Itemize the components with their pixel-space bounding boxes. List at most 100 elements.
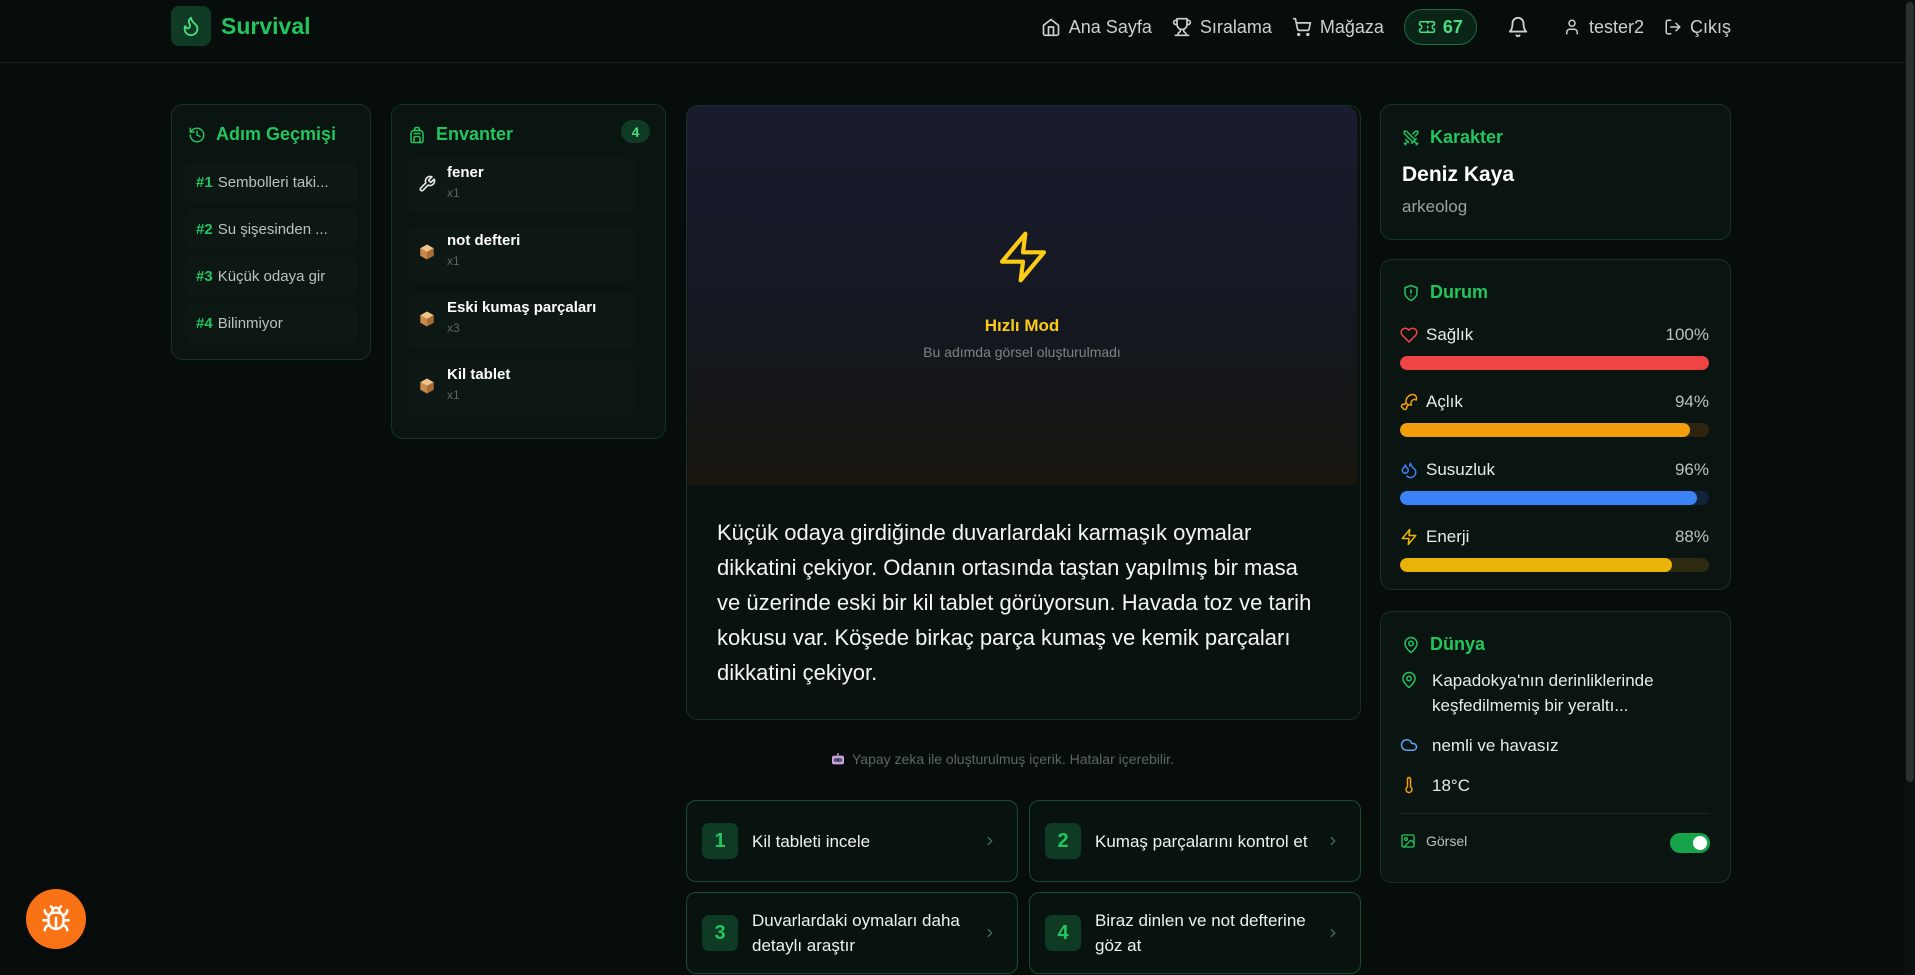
choice-label: Duvarlardaki oymaları daha detaylı araşt… <box>752 911 960 955</box>
stat-bar-fill <box>1400 491 1697 505</box>
fast-mode-label: Hızlı Mod <box>984 316 1060 335</box>
history-item[interactable]: #3 Küçük odaya gir <box>185 256 357 296</box>
visual-toggle-row: Görsel <box>1400 833 1467 849</box>
stat-energy: Enerji 88% <box>1400 526 1709 572</box>
wrench-icon <box>418 175 436 193</box>
main-nav: Ana Sayfa Sıralama Mağaza 67 tester2 Çık… <box>1021 9 1731 45</box>
choice-number: 4 <box>1045 915 1081 951</box>
inventory-item-qty: x1 <box>447 254 460 268</box>
zap-icon <box>1400 528 1418 546</box>
notifications-button[interactable] <box>1507 16 1529 38</box>
stat-label: Sağlık <box>1426 325 1474 344</box>
world-temperature: 18°C <box>1400 773 1710 798</box>
scene-panel: Hızlı Mod Bu adımda görsel oluşturulmadı… <box>686 105 1361 720</box>
flame-icon <box>171 6 211 46</box>
choice-label: Kil tableti incele <box>752 831 871 851</box>
history-icon <box>188 126 206 144</box>
stat-percent: 100% <box>1665 325 1709 344</box>
choice-label: Kumaş parçalarını kontrol et <box>1095 831 1308 851</box>
chevron-right-icon <box>983 834 997 848</box>
inventory-item[interactable]: Kil tablet x1 <box>408 360 634 416</box>
visual-toggle-switch[interactable] <box>1670 833 1710 853</box>
choice-button[interactable]: 1 Kil tableti incele <box>686 800 1018 882</box>
stat-bar <box>1400 558 1709 572</box>
inventory-item-name: not defteri <box>447 232 521 249</box>
stat-bar-fill <box>1400 356 1709 370</box>
inventory-panel: Envanter 4 fener x1 not defteri x1 Eski … <box>391 104 666 439</box>
chevron-right-icon <box>1326 834 1340 848</box>
choice-number: 2 <box>1045 823 1081 859</box>
brand-name: Survival <box>221 12 311 39</box>
drumstick-icon <box>1400 393 1418 411</box>
heart-icon <box>1400 326 1418 344</box>
world-location: Kapadokya'nın derinliklerinde keşfedilme… <box>1400 668 1710 718</box>
stat-percent: 88% <box>1674 527 1709 546</box>
stat-percent: 94% <box>1674 392 1709 411</box>
nav-ranking-label: Sıralama <box>1199 16 1272 37</box>
chevron-right-icon <box>983 926 997 940</box>
inventory-item[interactable]: fener x1 <box>408 158 634 214</box>
divider <box>1400 813 1710 814</box>
shopping-cart-icon <box>1292 17 1312 37</box>
inventory-item[interactable]: not defteri x1 <box>408 226 634 282</box>
world-temperature-text: 18°C <box>1432 776 1470 795</box>
bug-icon <box>41 904 71 934</box>
user-profile-link[interactable]: tester2 <box>1563 17 1644 38</box>
top-navigation-bar: Survival Ana Sayfa Sıralama Mağaza 67 te… <box>0 0 1905 63</box>
app-logo[interactable]: Survival <box>171 6 311 46</box>
thermometer-icon <box>1400 776 1418 798</box>
package-icon <box>418 377 436 395</box>
inventory-title: Envanter <box>436 124 514 144</box>
package-icon <box>418 243 436 261</box>
step-history-title: Adım Geçmişi <box>216 124 337 144</box>
inventory-count-badge: 4 <box>621 120 650 143</box>
inventory-item-qty: x1 <box>447 186 460 200</box>
log-out-icon <box>1664 18 1682 36</box>
bug-report-button[interactable] <box>26 889 86 949</box>
stat-percent: 96% <box>1674 460 1709 479</box>
logout-button[interactable]: Çıkış <box>1664 17 1731 38</box>
package-icon <box>418 310 436 328</box>
stat-bar-fill <box>1400 558 1672 572</box>
stat-bar-fill <box>1400 423 1691 437</box>
trophy-icon <box>1172 17 1192 37</box>
world-header: Dünya <box>1402 634 1485 655</box>
stat-label: Açlık <box>1426 392 1463 411</box>
visual-toggle-label: Görsel <box>1426 833 1468 849</box>
character-header: Karakter <box>1402 127 1503 148</box>
world-weather: nemli ve havasız <box>1400 733 1710 758</box>
world-panel: Dünya Kapadokya'nın derinliklerinde keşf… <box>1380 611 1731 883</box>
step-history-header: Adım Geçmişi <box>188 124 336 145</box>
stat-bar <box>1400 491 1709 505</box>
history-item[interactable]: #2 Su şişesinden ... <box>185 209 357 249</box>
map-pin-icon <box>1402 636 1420 654</box>
scrollbar-thumb[interactable] <box>1906 2 1914 782</box>
inventory-item-qty: x1 <box>447 388 460 402</box>
logout-label: Çıkış <box>1689 16 1731 37</box>
history-item[interactable]: #4 Bilinmiyor <box>185 303 357 343</box>
stat-bar <box>1400 423 1709 437</box>
inventory-item-name: Eski kumaş parçaları <box>447 299 597 316</box>
character-role: arkeolog <box>1402 197 1468 216</box>
choice-button[interactable]: 4 Biraz dinlen ve not defterine göz at <box>1029 892 1361 974</box>
nav-shop-link[interactable]: Mağaza <box>1292 17 1384 38</box>
history-item[interactable]: #1 Sembolleri taki... <box>185 162 357 202</box>
inventory-item[interactable]: Eski kumaş parçaları x3 <box>408 293 634 349</box>
world-location-text: Kapadokya'nın derinliklerinde keşfedilme… <box>1432 671 1654 715</box>
shield-icon <box>1402 284 1420 302</box>
chevron-right-icon <box>1326 926 1340 940</box>
backpack-icon <box>408 126 426 144</box>
inventory-header: Envanter <box>408 124 513 145</box>
ai-disclaimer: Yapay zeka ile oluşturulmuş içerik. Hata… <box>830 751 1174 767</box>
choice-number: 1 <box>702 823 738 859</box>
stat-thirst: Susuzluk 96% <box>1400 459 1709 505</box>
choice-button[interactable]: 2 Kumaş parçalarını kontrol et <box>1029 800 1361 882</box>
nav-home-link[interactable]: Ana Sayfa <box>1041 17 1152 38</box>
nav-ranking-link[interactable]: Sıralama <box>1172 17 1272 38</box>
cloud-icon <box>1400 736 1418 758</box>
page-scrollbar[interactable] <box>1905 0 1915 975</box>
coin-balance[interactable]: 67 <box>1403 9 1477 45</box>
inventory-item-name: Kil tablet <box>447 366 511 383</box>
choice-button[interactable]: 3 Duvarlardaki oymaları daha detaylı ara… <box>686 892 1018 974</box>
nav-home-label: Ana Sayfa <box>1068 16 1152 37</box>
